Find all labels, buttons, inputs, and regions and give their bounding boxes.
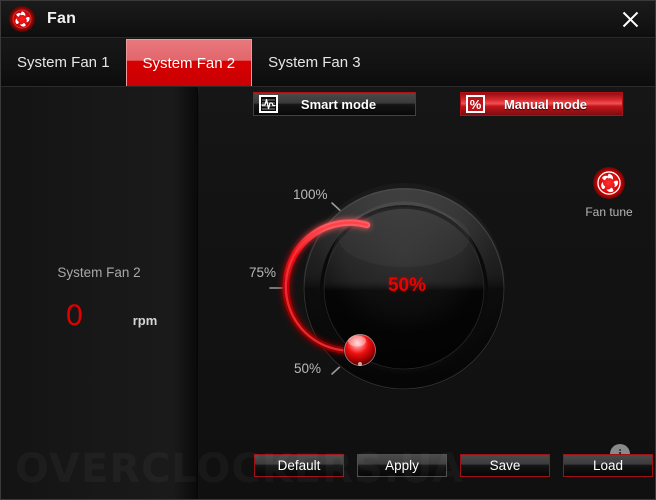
close-icon bbox=[622, 11, 638, 27]
fan-rpm-unit: rpm bbox=[132, 313, 158, 328]
dial-tick-label-75: 75% bbox=[249, 265, 277, 280]
default-button-label: Default bbox=[277, 458, 321, 473]
apply-button[interactable]: Apply bbox=[357, 454, 447, 477]
waveform-chart-icon bbox=[259, 95, 278, 113]
default-button[interactable]: Default bbox=[254, 454, 344, 477]
dial-tick-label-50: 50% bbox=[294, 361, 322, 376]
fan-rpm-value: 0 bbox=[66, 299, 83, 332]
fan-tune-button[interactable]: Fan tune bbox=[578, 167, 640, 219]
tab-system-fan-3[interactable]: System Fan 3 bbox=[252, 39, 377, 86]
fan-tune-label: Fan tune bbox=[585, 205, 633, 219]
fan-control-window: Fan System Fan 1 System Fan 2 System Fan… bbox=[0, 0, 656, 500]
close-button[interactable] bbox=[615, 5, 645, 33]
load-button-label: Load bbox=[592, 458, 624, 473]
action-button-group: Default Apply Save Load bbox=[254, 454, 653, 477]
tab-label: System Fan 1 bbox=[17, 54, 110, 71]
window-title: Fan bbox=[47, 10, 77, 27]
manual-mode-label: Manual mode bbox=[503, 96, 588, 112]
mode-button-group: Smart mode % Manual mode bbox=[253, 92, 623, 116]
fan-speed-value: 50% bbox=[387, 275, 427, 296]
fan-status-name: System Fan 2 bbox=[57, 265, 141, 280]
smart-mode-button[interactable]: Smart mode bbox=[253, 92, 416, 116]
fan-control-panel: Smart mode % Manual mode Fan tune 50% 10… bbox=[199, 87, 655, 499]
manual-mode-button[interactable]: % Manual mode bbox=[460, 92, 623, 116]
content-area: System Fan 2 0 rpm Smart mode % Manual m… bbox=[1, 87, 655, 499]
title-bar: Fan bbox=[1, 1, 655, 38]
tab-system-fan-2[interactable]: System Fan 2 bbox=[125, 39, 253, 86]
tab-bar: System Fan 1 System Fan 2 System Fan 3 bbox=[1, 39, 655, 87]
fan-status-panel: System Fan 2 0 rpm bbox=[1, 87, 198, 499]
save-button-label: Save bbox=[489, 458, 521, 473]
fan-aperture-icon bbox=[593, 167, 625, 199]
tab-system-fan-1[interactable]: System Fan 1 bbox=[1, 39, 126, 86]
fan-aperture-logo-icon bbox=[9, 6, 35, 32]
tab-label: System Fan 3 bbox=[268, 54, 361, 71]
fan-rpm-readout: 0 rpm bbox=[1, 299, 197, 333]
dial-tick-label-100: 100% bbox=[293, 187, 328, 202]
load-button[interactable]: Load bbox=[563, 454, 653, 477]
smart-mode-label: Smart mode bbox=[300, 96, 377, 112]
save-button[interactable]: Save bbox=[460, 454, 550, 477]
apply-button-label: Apply bbox=[385, 458, 419, 473]
tab-label: System Fan 2 bbox=[142, 54, 236, 72]
percent-icon: % bbox=[466, 95, 485, 113]
